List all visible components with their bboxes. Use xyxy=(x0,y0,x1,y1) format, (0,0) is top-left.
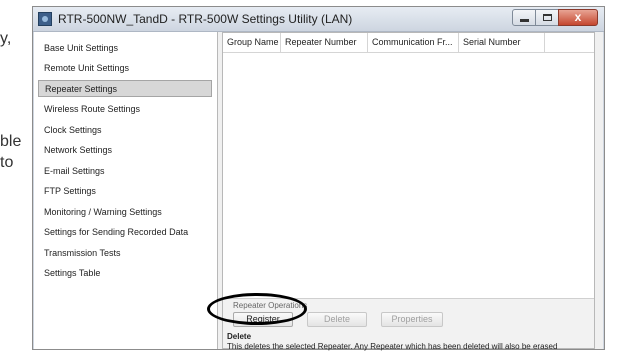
sidebar-item-ftp[interactable]: FTP Settings xyxy=(38,183,212,200)
minimize-button[interactable] xyxy=(512,9,536,26)
close-button[interactable]: x xyxy=(558,9,598,26)
background-text-3: to xyxy=(0,154,14,171)
repeater-list[interactable] xyxy=(223,53,594,297)
client-area: Base Unit Settings Remote Unit Settings … xyxy=(34,32,603,351)
background-text-1: y, xyxy=(0,30,12,47)
window-title: RTR-500NW_TandD - RTR-500W Settings Util… xyxy=(58,12,353,26)
sidebar-item-wireless-route[interactable]: Wireless Route Settings xyxy=(38,101,212,118)
sidebar-item-transmission-tests[interactable]: Transmission Tests xyxy=(38,245,212,262)
maximize-icon xyxy=(543,14,552,21)
delete-button[interactable]: Delete xyxy=(307,312,367,327)
title-bar[interactable]: RTR-500NW_TandD - RTR-500W Settings Util… xyxy=(33,7,604,32)
sidebar-item-monitoring[interactable]: Monitoring / Warning Settings xyxy=(38,204,212,221)
app-icon xyxy=(38,12,52,26)
sidebar-item-sending-recorded-data[interactable]: Settings for Sending Recorded Data xyxy=(38,224,212,241)
maximize-button[interactable] xyxy=(535,9,559,26)
column-communication-frequency[interactable]: Communication Fr... xyxy=(368,33,459,52)
minimize-icon xyxy=(520,19,529,22)
column-group-name[interactable]: Group Name xyxy=(223,33,281,52)
properties-button[interactable]: Properties xyxy=(381,312,443,327)
sidebar-item-repeater[interactable]: Repeater Settings xyxy=(38,80,212,97)
column-repeater-number[interactable]: Repeater Number xyxy=(281,33,368,52)
sidebar-item-settings-table[interactable]: Settings Table xyxy=(38,265,212,282)
sidebar-item-base-unit[interactable]: Base Unit Settings xyxy=(38,40,212,57)
table-header: Group Name Repeater Number Communication… xyxy=(223,33,594,53)
settings-utility-window: RTR-500NW_TandD - RTR-500W Settings Util… xyxy=(32,6,605,351)
sidebar-item-network[interactable]: Network Settings xyxy=(38,142,212,159)
settings-sidebar: Base Unit Settings Remote Unit Settings … xyxy=(34,32,218,349)
sidebar-item-remote-unit[interactable]: Remote Unit Settings xyxy=(38,60,212,77)
column-serial-number[interactable]: Serial Number xyxy=(459,33,545,52)
background-text-2: ble xyxy=(0,133,22,150)
close-icon: x xyxy=(574,10,582,24)
window-controls: x xyxy=(512,9,598,26)
sidebar-item-email[interactable]: E-mail Settings xyxy=(38,163,212,180)
description-title: Delete xyxy=(227,332,252,341)
highlight-ellipse xyxy=(207,293,307,325)
sidebar-item-clock[interactable]: Clock Settings xyxy=(38,122,212,139)
